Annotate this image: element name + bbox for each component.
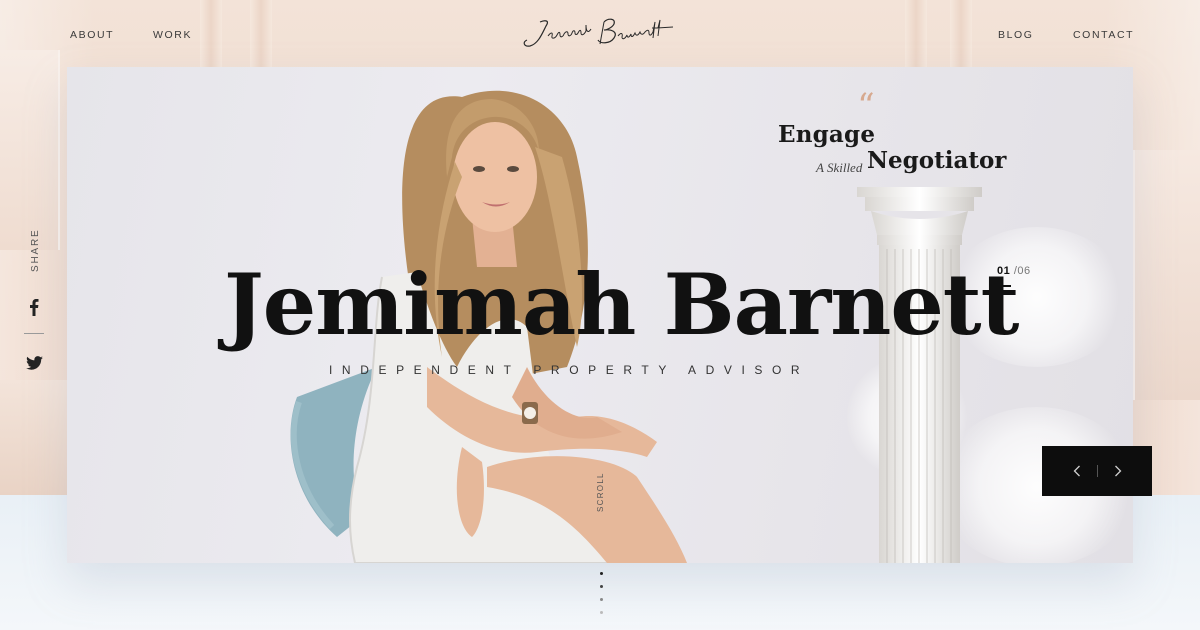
scroll-dot bbox=[599, 585, 603, 588]
hero-name-heading: Jemimah Barnett bbox=[224, 255, 1019, 354]
scroll-label[interactable]: SCROLL bbox=[596, 472, 605, 512]
nav-blog-link[interactable]: BLOG bbox=[998, 29, 1034, 41]
twitter-icon-graphic bbox=[25, 356, 43, 370]
scroll-indicator bbox=[598, 572, 604, 624]
twitter-icon[interactable] bbox=[24, 353, 44, 373]
facebook-icon-graphic bbox=[30, 299, 39, 316]
signature-logo-graphic bbox=[523, 18, 674, 47]
scroll-dot bbox=[599, 572, 603, 575]
slider-prev-button[interactable] bbox=[1057, 446, 1097, 496]
background-window-left bbox=[0, 50, 60, 250]
tagline-negotiator: Negotiator bbox=[867, 147, 1007, 174]
slide-counter-current: 01 bbox=[997, 265, 1011, 277]
nav-about-link[interactable]: ABOUT bbox=[70, 29, 114, 41]
tagline-engage: Engage bbox=[778, 121, 876, 148]
tagline-skilled: A Skilled bbox=[816, 160, 863, 175]
slide-counter-underline bbox=[997, 285, 1011, 287]
slider-controls bbox=[1042, 446, 1152, 496]
scroll-dot bbox=[599, 598, 603, 601]
slide-counter: 01 /06 bbox=[997, 265, 1031, 287]
signature-logo[interactable] bbox=[500, 12, 700, 54]
nav-contact-link[interactable]: CONTACT bbox=[1073, 29, 1134, 41]
quote-icon: “ bbox=[857, 86, 875, 126]
slider-next-button[interactable] bbox=[1098, 446, 1138, 496]
scroll-dot bbox=[599, 611, 603, 614]
facebook-icon[interactable] bbox=[24, 297, 44, 317]
background-window-right bbox=[1133, 150, 1200, 400]
background-sofa bbox=[0, 380, 67, 495]
hero-subtitle: INDEPENDENT PROPERTY ADVISOR bbox=[329, 363, 810, 377]
chevron-right-icon bbox=[1114, 465, 1121, 477]
share-label: SHARE bbox=[30, 228, 41, 272]
share-divider bbox=[24, 333, 44, 334]
slide-counter-total: /06 bbox=[1013, 265, 1031, 277]
chevron-left-icon bbox=[1073, 465, 1080, 477]
nav-work-link[interactable]: WORK bbox=[153, 29, 192, 41]
